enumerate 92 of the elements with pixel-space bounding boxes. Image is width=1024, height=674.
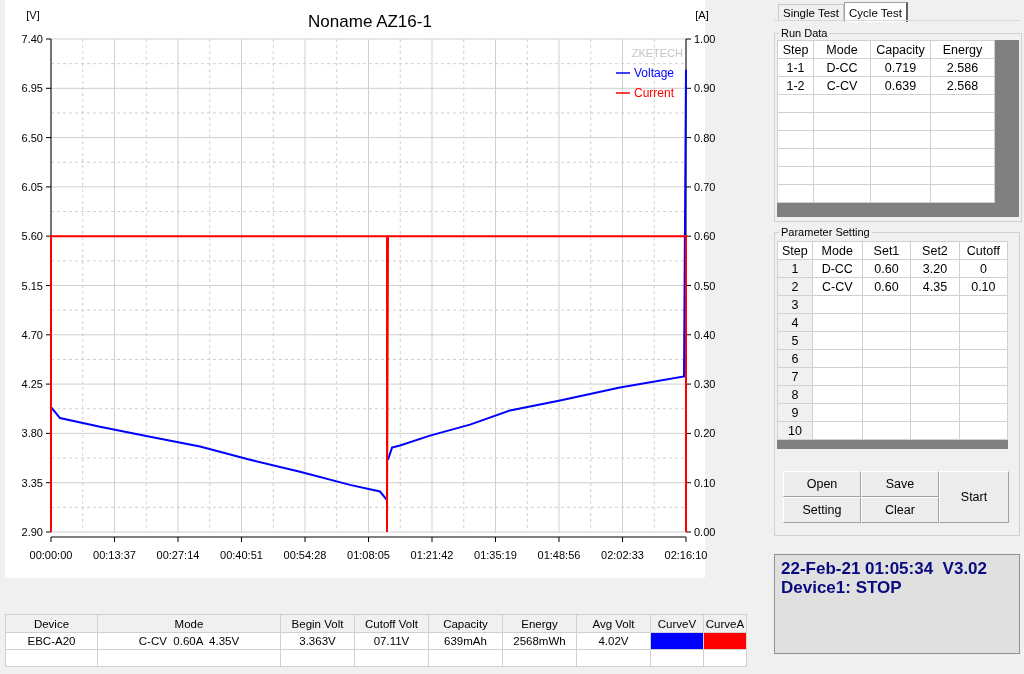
axis-label: 01:21:42 [410,549,454,561]
axis-title: [V] [26,9,40,21]
axis-label: 0.70 [694,180,716,193]
table-cell: 0.639 [870,76,931,95]
axis-label: 3.35 [21,476,43,489]
axis-label: 0.80 [694,131,716,144]
column-header: CurveV [650,614,704,633]
table-cell: C-CV [812,277,863,296]
table-cell: 2.568 [930,76,995,95]
table-cell: 0.719 [870,58,931,77]
setting-button[interactable]: Setting [783,497,861,523]
axis-label: 02:16:10 [664,549,708,561]
column-header: Cutoff Volt [354,614,429,633]
column-header: Set2 [910,241,960,260]
table-cell: 0.60 [862,277,911,296]
axis-label: 00:54:28 [283,549,327,561]
status-text: 22-Feb-21 01:05:34 V3.02 [781,559,988,578]
table-cell: 3.363V [280,632,355,650]
axis-label: 5.15 [21,279,43,292]
table-cell: C-CV [813,76,871,95]
group-title: Run Data [780,27,829,39]
table-cell: 4.02V [576,632,651,650]
table-cell: 0.60 [862,259,911,278]
column-header: Device [5,614,98,633]
column-header: Mode [813,40,871,59]
legend-label: Voltage [634,66,675,80]
start-button[interactable]: Start [939,471,1009,523]
table-cell: 3.20 [910,259,960,278]
table-cell: 4.35 [910,277,960,296]
table-cell: 07.11V [354,632,429,650]
axis-label: 6.95 [21,82,43,95]
table-cell: 639mAh [428,632,503,650]
axis-label: 7.40 [21,33,43,45]
axis-label: 0.20 [694,427,716,440]
chart-title: Noname AZ16-1 [308,12,432,31]
table-cell: 1-2 [777,76,814,95]
status-text: Device1: STOP [781,578,903,597]
column-header: Energy [502,614,577,633]
tab[interactable]: Cycle Test [844,2,908,22]
axis-label: 1.00 [694,33,716,45]
brand-text: ZKETECH [631,47,683,59]
axis-label: 01:08:05 [347,549,390,561]
axis-label: 3.80 [21,427,43,440]
axis-label: 00:27:14 [156,549,200,561]
column-header: Cutoff [959,241,1008,260]
table-cell: D-CC [812,259,863,278]
group-title: Parameter Setting [780,226,871,238]
table-cell: D-CC [813,58,871,77]
table-cell: 0.10 [959,277,1008,296]
axis-label: 0.40 [694,328,716,341]
axis-label: 00:40:51 [220,549,263,561]
column-header: Capacity [870,40,931,59]
legend-label: Current [634,86,674,100]
axis-title: [A] [695,9,709,21]
axis-label: 0.90 [694,82,716,95]
clear-button[interactable]: Clear [861,497,939,523]
table-cell: 2.586 [930,58,995,77]
column-header: Energy [930,40,995,59]
axis-label: 01:48:56 [537,549,581,561]
axis-label: 0.10 [694,476,716,489]
axis-label: 02:02:33 [601,549,644,561]
table-cell: C-CV 0.60A 4.35V [97,632,281,650]
column-header: Capacity [428,614,503,633]
column-header: Step [777,241,813,260]
column-header: Set1 [862,241,911,260]
axis-label: 00:00:00 [29,549,73,561]
axis-label: 4.25 [21,378,43,391]
column-header: Mode [812,241,863,260]
table-cell: 0 [959,259,1008,278]
table-cell: 1-1 [777,58,814,77]
column-header: Step [777,40,814,59]
axis-label: 6.05 [21,180,43,193]
axis-label: 0.00 [694,526,716,538]
table-cell: 2568mWh [502,632,577,650]
column-header: Begin Volt [280,614,355,633]
axis-label: 0.60 [694,230,716,243]
legend-line [615,92,631,94]
axis-label: 2.90 [21,526,43,538]
axis-label: 01:35:19 [474,549,517,561]
column-header: Mode [97,614,281,633]
column-header: Avg Volt [576,614,651,633]
open-button[interactable]: Open [783,471,861,497]
legend-line [615,72,631,74]
save-button[interactable]: Save [861,471,939,497]
axis-label: 6.50 [21,131,43,144]
table-cell: EBC-A20 [5,632,98,650]
axis-label: 4.70 [21,328,43,341]
column-header: CurveA [703,614,747,633]
axis-label: 00:13:37 [93,549,136,561]
axis-label: 5.60 [21,230,43,243]
axis-label: 0.50 [694,279,716,292]
axis-label: 0.30 [694,378,716,391]
